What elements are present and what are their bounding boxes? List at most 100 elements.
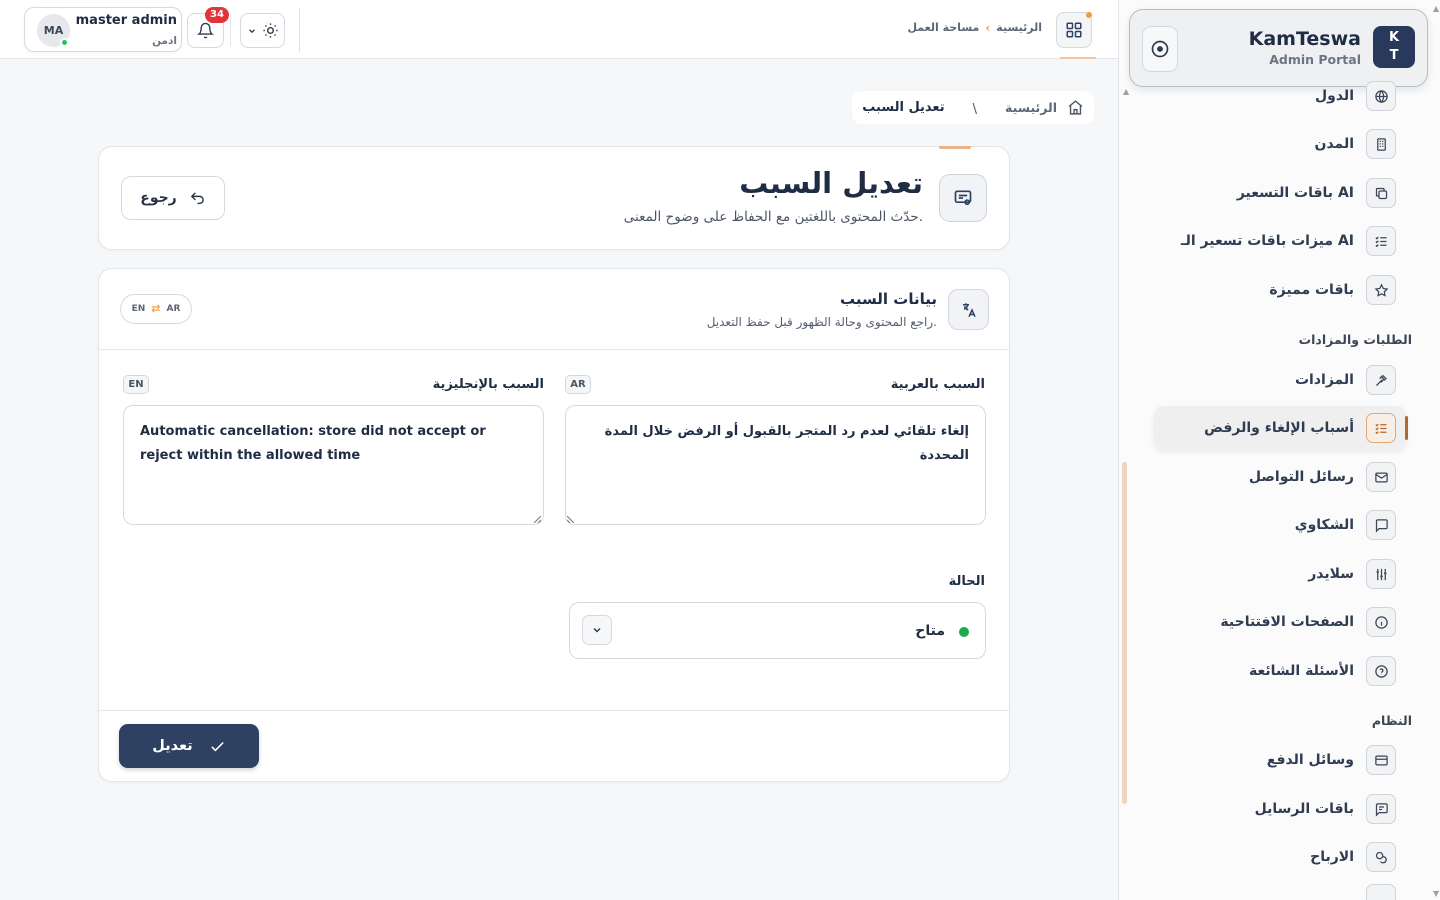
back-button-label: رجوع — [140, 190, 177, 206]
sidebar-item-ai-package-features[interactable]: ميزات باقات تسعير الـ AI — [1146, 219, 1396, 263]
sidebar-item-slider[interactable]: سلايدر — [1146, 552, 1396, 596]
apps-grid-button[interactable] — [1056, 12, 1092, 48]
sidebar-item-complaints[interactable]: الشكاوي — [1146, 503, 1396, 547]
breadcrumb-separator: \ — [972, 101, 978, 117]
translate-icon — [962, 302, 976, 317]
sidebar-item-label: الأسئلة الشائعة — [1249, 663, 1354, 679]
language-toggle-ar: AR — [166, 304, 181, 314]
english-reason-label: السبب بالإنجليزية — [432, 377, 544, 392]
home-icon[interactable] — [1067, 99, 1084, 116]
arabic-lang-tag: AR — [565, 375, 591, 394]
user-name: master admin — [75, 13, 177, 28]
sidebar-item-label: باقات مميزة — [1269, 282, 1354, 298]
chevron-down-icon — [593, 627, 601, 633]
resize-grip-icon[interactable] — [567, 515, 575, 523]
status-selected-value: متاح — [915, 623, 945, 639]
english-lang-tag: EN — [123, 375, 149, 394]
sidebar-item-auctions[interactable]: المزادات — [1146, 358, 1396, 402]
page-subtitle: حدّث المحتوى باللغتين مع الحفاظ على وضوح… — [623, 209, 923, 225]
arabic-reason-label: السبب بالعربية — [890, 377, 985, 392]
sidebar-section-system: النظام — [1371, 713, 1412, 728]
back-arrow-icon — [190, 191, 204, 204]
language-toggle[interactable]: EN ⇄ AR — [120, 294, 192, 324]
sidebar-item-label: الارباح — [1310, 849, 1354, 865]
credit-card-icon — [1366, 745, 1396, 775]
form-title: بيانات السبب — [840, 290, 937, 308]
top-breadcrumb-current: مساحة العمل — [907, 21, 980, 34]
sidebar-item-label: الشكاوي — [1294, 517, 1354, 533]
sidebar-item-message-packages[interactable]: باقات الرسايل — [1146, 787, 1396, 831]
gavel-icon — [1366, 365, 1396, 395]
sidebar-item-label: باقات التسعير AI — [1236, 185, 1354, 201]
coins-icon — [1366, 842, 1396, 872]
brand-logo-letter-1: K — [1388, 30, 1400, 45]
breadcrumb-home-link[interactable]: الرئيسية — [1005, 100, 1057, 116]
breadcrumb-current: تعديل السبب — [862, 99, 945, 115]
list-check-icon — [1366, 226, 1396, 256]
target-icon — [1151, 40, 1169, 58]
sidebar-item-onboarding-pages[interactable]: الصفحات الافتتاحية — [1146, 600, 1396, 644]
top-breadcrumb-home[interactable]: الرئيسية — [996, 20, 1042, 36]
list-check-icon — [1366, 413, 1396, 443]
bell-icon — [197, 22, 214, 39]
brand-name: KamTeswa — [1248, 28, 1361, 50]
user-menu[interactable]: MA master admin ادمن — [24, 7, 182, 52]
top-breadcrumb: مساحة العمل ‹ الرئيسية — [907, 20, 1042, 36]
scroll-up-arrow-icon[interactable]: ▲ — [1123, 87, 1129, 96]
sidebar-item-featured-packages[interactable]: باقات مميزة — [1146, 268, 1396, 312]
sidebar-scroll-indicator[interactable] — [1122, 462, 1127, 804]
back-button[interactable]: رجوع — [121, 176, 225, 220]
brand-logo: K T — [1373, 26, 1415, 68]
star-icon — [1366, 275, 1396, 305]
sidebar-section-orders: الطلبات والمزادات — [1298, 332, 1412, 347]
sidebar-item-faq[interactable]: الأسئلة الشائعة — [1146, 649, 1396, 693]
status-dropdown-toggle[interactable] — [582, 615, 612, 645]
grid-icon — [1066, 22, 1082, 38]
sidebar-item-partial[interactable] — [1146, 884, 1396, 900]
status-select[interactable]: متاح — [569, 602, 986, 659]
sidebar-collapse-button[interactable] — [1142, 26, 1178, 72]
apps-indicator-dot — [1086, 12, 1092, 18]
notifications-count-badge: 34 — [205, 7, 229, 23]
status-label: الحالة — [948, 574, 985, 589]
arabic-reason-textarea[interactable]: إلغاء تلقائي لعدم رد المتجر بالقبول أو ا… — [565, 405, 986, 525]
sidebar-item-cancellation-reasons[interactable]: أسباب الإلغاء والرفض — [1154, 406, 1408, 450]
english-reason-textarea[interactable]: Automatic cancellation: store did not ac… — [123, 405, 544, 525]
sidebar-item-countries[interactable]: الدول — [1146, 74, 1396, 118]
online-status-dot — [60, 38, 69, 47]
message-settings-icon — [954, 190, 972, 206]
sliders-icon — [1366, 559, 1396, 589]
copy-icon — [1366, 178, 1396, 208]
theme-toggle-button[interactable] — [240, 13, 285, 48]
sidebar-item-contact-messages[interactable]: رسائل التواصل — [1146, 455, 1396, 499]
page-header-card: تعديل السبب حدّث المحتوى باللغتين مع الح… — [98, 146, 1010, 250]
sidebar-item-ai-pricing-packages[interactable]: باقات التسعير AI — [1146, 171, 1396, 215]
submit-edit-button[interactable]: تعديل — [119, 724, 259, 768]
sun-icon — [262, 23, 278, 38]
globe-icon — [1366, 81, 1396, 111]
sidebar-item-label: باقات الرسايل — [1254, 801, 1354, 817]
page-scroll-up-arrow-icon[interactable]: ▲ — [1433, 4, 1439, 13]
top-header: مساحة العمل ‹ الرئيسية 34 MA master admi… — [0, 0, 1118, 59]
header-divider-small — [230, 14, 231, 46]
message-icon — [1366, 794, 1396, 824]
mail-icon — [1366, 462, 1396, 492]
sidebar-item-label: وسائل الدفع — [1266, 752, 1354, 768]
header-icon-box — [939, 174, 987, 222]
sidebar-item-profits[interactable]: الارباح — [1146, 835, 1396, 879]
sidebar-item-payment-methods[interactable]: وسائل الدفع — [1146, 738, 1396, 782]
sidebar-item-label: المزادات — [1294, 372, 1354, 388]
form-header: بيانات السبب راجع المحتوى وحالة الظهور ق… — [99, 269, 1009, 350]
resize-grip-icon[interactable] — [533, 515, 541, 523]
user-role: ادمن — [152, 35, 177, 47]
sidebar-item-label: الدول — [1315, 88, 1354, 104]
form-footer: تعديل — [99, 710, 1009, 781]
status-dot — [959, 627, 969, 637]
sidebar-item-label: ميزات باقات تسعير الـ AI — [1180, 233, 1354, 249]
page-scroll-down-arrow-icon[interactable]: ▼ — [1433, 889, 1439, 898]
sidebar-item-cities[interactable]: المدن — [1146, 122, 1396, 166]
brand-subtitle: Admin Portal — [1269, 52, 1361, 67]
check-icon — [210, 741, 224, 751]
partial-item-icon — [1366, 884, 1396, 900]
page-title: تعديل السبب — [739, 166, 923, 200]
